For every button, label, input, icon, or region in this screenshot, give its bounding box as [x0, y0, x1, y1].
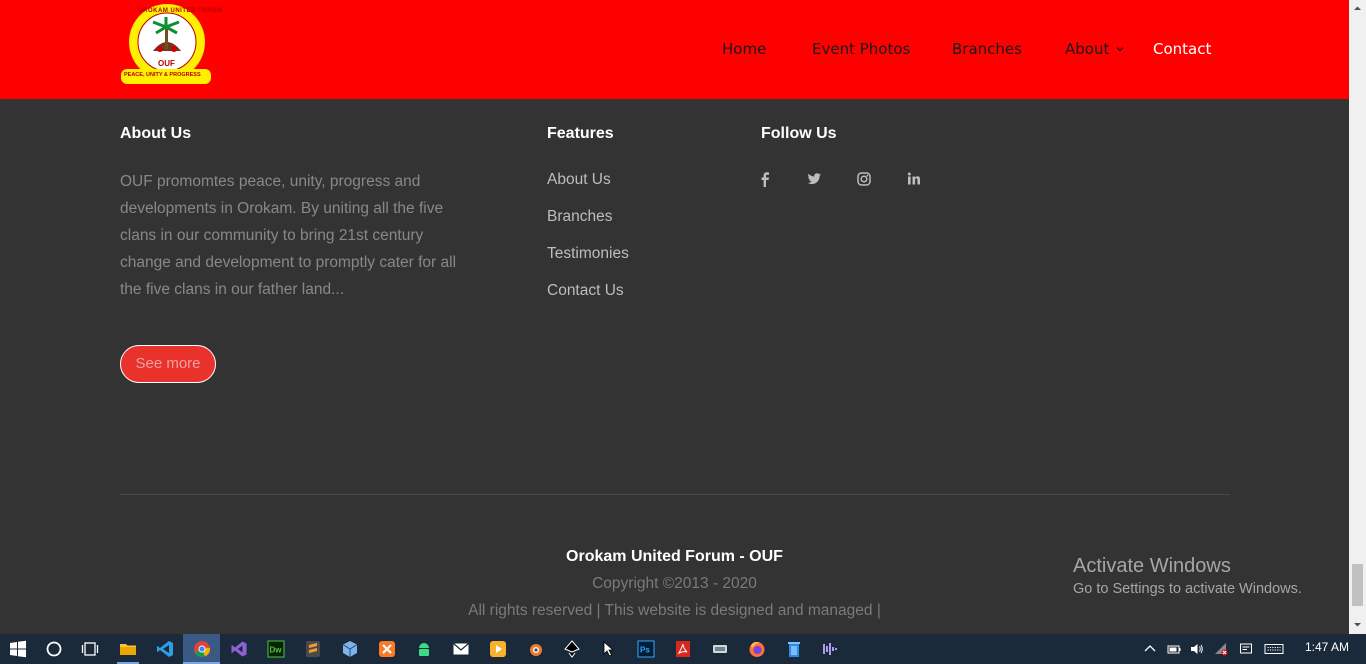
- windows-taskbar: Dw Ps 1:47 AM: [0, 634, 1366, 664]
- footer-rights: All rights reserved | This website is de…: [468, 602, 881, 619]
- cursor-tool-icon[interactable]: [600, 640, 618, 658]
- follow-title: Follow Us: [761, 125, 837, 142]
- action-center-icon[interactable]: [1239, 642, 1253, 656]
- see-more-button[interactable]: See more: [120, 345, 216, 383]
- page-scrollbar[interactable]: [1349, 0, 1366, 634]
- dreamweaver-icon[interactable]: Dw: [267, 640, 285, 658]
- network-app-icon[interactable]: [711, 640, 729, 658]
- facebook-icon[interactable]: [756, 170, 774, 188]
- nav-about[interactable]: About: [1065, 40, 1109, 58]
- feature-link-testimonies[interactable]: Testimonies: [547, 245, 629, 263]
- keyboard-icon[interactable]: [1264, 642, 1284, 656]
- logo-center-text: OUF: [158, 59, 175, 68]
- feature-link-contact-us[interactable]: Contact Us: [547, 282, 624, 300]
- vscode-icon[interactable]: [156, 640, 174, 658]
- logo-ring-text: OROKAM UNITED FORUM: [138, 8, 223, 14]
- taskbar-clock[interactable]: 1:47 AM: [1305, 640, 1349, 654]
- inkscape-icon[interactable]: [563, 640, 581, 658]
- network-disconnected-icon[interactable]: [1214, 642, 1228, 656]
- cortana-icon[interactable]: [45, 640, 63, 658]
- media-player-icon[interactable]: [489, 640, 507, 658]
- acrobat-icon[interactable]: [674, 640, 692, 658]
- site-header: OROKAM UNITED FORUM OUF PEACE, UNITY & P…: [0, 0, 1349, 99]
- battery-icon[interactable]: [1167, 642, 1181, 656]
- scrollbar-thumb[interactable]: [1352, 564, 1363, 606]
- about-text: OUF promomtes peace, unity, progress and…: [120, 173, 457, 298]
- linkedin-icon[interactable]: [905, 170, 923, 188]
- virtualbox-icon[interactable]: [341, 640, 359, 658]
- activate-windows-title: Activate Windows: [1073, 555, 1231, 577]
- svg-text:Ps: Ps: [640, 646, 650, 655]
- feature-link-branches[interactable]: Branches: [547, 208, 612, 226]
- audio-app-icon[interactable]: [822, 640, 840, 658]
- android-icon[interactable]: [415, 640, 433, 658]
- scroll-up-arrow-icon[interactable]: [1353, 4, 1362, 13]
- scroll-down-arrow-icon[interactable]: [1353, 620, 1362, 629]
- volume-icon[interactable]: [1190, 642, 1204, 656]
- visual-studio-icon[interactable]: [230, 640, 248, 658]
- blender-icon[interactable]: [526, 640, 544, 658]
- sublime-icon[interactable]: [304, 640, 322, 658]
- nav-event-photos[interactable]: Event Photos: [812, 40, 910, 58]
- about-title: About Us: [120, 125, 192, 142]
- logo-motto: PEACE, UNITY & PROGRESS: [124, 72, 201, 78]
- instagram-icon[interactable]: [855, 170, 873, 188]
- activate-windows-subtitle: Go to Settings to activate Windows.: [1073, 581, 1302, 597]
- features-title: Features: [547, 125, 614, 142]
- firefox-icon[interactable]: [748, 640, 766, 658]
- xampp-icon[interactable]: [378, 640, 396, 658]
- chrome-icon[interactable]: [193, 640, 211, 658]
- nav-home[interactable]: Home: [722, 40, 766, 58]
- nav-branches[interactable]: Branches: [952, 40, 1022, 58]
- photoshop-icon[interactable]: Ps: [637, 640, 655, 658]
- recycle-icon[interactable]: [785, 640, 803, 658]
- footer-divider: [120, 494, 1230, 495]
- start-icon[interactable]: [9, 640, 27, 658]
- tray-chevron-up-icon[interactable]: [1143, 642, 1157, 656]
- twitter-icon[interactable]: [805, 170, 823, 188]
- task-view-icon[interactable]: [81, 640, 99, 658]
- svg-text:Dw: Dw: [270, 646, 283, 655]
- feature-link-about-us[interactable]: About Us: [547, 171, 611, 189]
- nav-contact[interactable]: Contact: [1153, 40, 1211, 58]
- mail-icon[interactable]: [452, 640, 470, 658]
- chevron-down-icon[interactable]: [1116, 45, 1124, 53]
- file-explorer-icon[interactable]: [119, 640, 137, 658]
